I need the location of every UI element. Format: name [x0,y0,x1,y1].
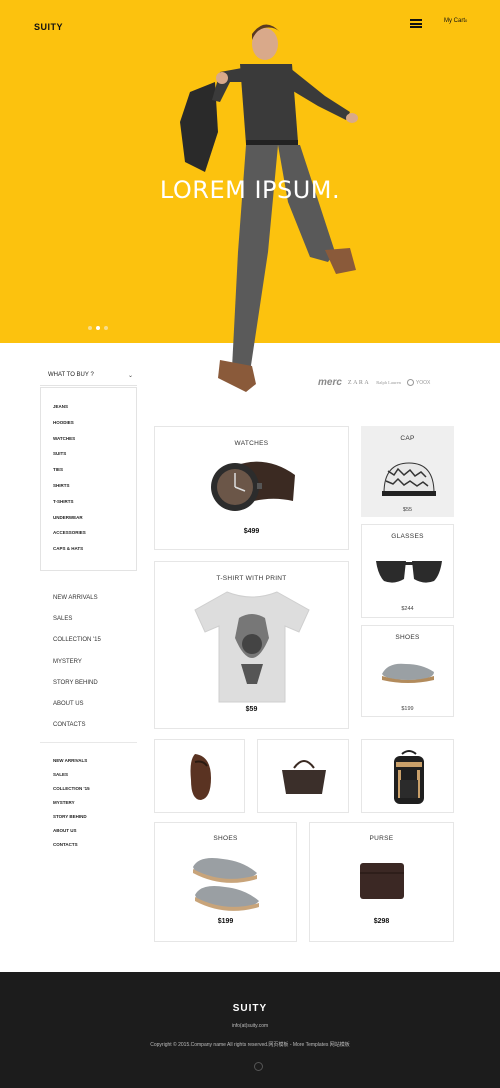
scroll-top-icon[interactable] [254,1062,263,1071]
brand-ralph-lauren[interactable]: Ralph Lauren [376,380,401,385]
product-card-tshirt[interactable]: T-SHIRT WITH PRINT $59 [154,561,349,729]
cap-image [382,462,436,496]
sidebar-nav-main: NEW ARRIVALS SALES COLLECTION '15 MYSTER… [53,595,101,743]
nav2-item-new-arrivals[interactable]: NEW ARRIVALS [53,758,90,772]
leather-bag-image [282,760,326,794]
product-title: GLASSES [391,533,424,540]
product-price: $59 [245,706,258,713]
product-card-loafer[interactable] [154,739,245,813]
brand-yoox[interactable]: YOOX [406,379,430,386]
product-price: $55 [402,507,413,513]
nav2-item-contacts[interactable]: CONTACTS [53,842,90,856]
nav-item-new-arrivals[interactable]: NEW ARRIVALS [53,595,101,616]
nav2-item-about-us[interactable]: ABOUT US [53,828,90,842]
category-item[interactable]: SHIRTS [53,483,86,499]
backpack-image [394,750,424,804]
product-price: $499 [243,528,260,535]
footer-logo[interactable]: SUITY [0,1003,500,1014]
purse-image [360,863,404,899]
hero-title: LOREM IPSUM. [159,176,341,204]
footer-copyright: Copyright © 2015.Company name All rights… [150,1042,350,1048]
category-item[interactable]: UNDERWEAR [53,515,86,531]
cart-link[interactable]: My Cart0 [444,18,467,24]
product-card-bag[interactable] [257,739,349,813]
site-logo[interactable]: SUITY [34,22,63,32]
nav-item-collection[interactable]: COLLECTION '15 [53,637,101,658]
what-to-buy-dropdown[interactable]: WHAT TO BUY ? [48,372,94,378]
shoes-image [193,858,259,911]
slider-dot[interactable] [104,326,108,330]
nav2-item-mystery[interactable]: MYSTERY [53,800,90,814]
product-card-glasses[interactable]: GLASSES $244 [361,524,454,618]
divider [40,385,137,386]
footer-email[interactable]: info(at)suity.com [0,1023,500,1029]
category-item[interactable]: ACCESSORIES [53,530,86,546]
cart-label: My Cart [444,18,465,24]
product-title: CAP [400,435,415,442]
sidebar-nav-secondary: NEW ARRIVALS SALES COLLECTION '15 MYSTER… [53,758,90,856]
product-title: T-SHIRT WITH PRINT [216,575,287,582]
watch-image [211,461,295,511]
tshirt-image [194,591,310,703]
slider-dot[interactable] [88,326,92,330]
product-card-backpack[interactable] [361,739,454,813]
slider-dots [88,326,108,330]
nav-item-contacts[interactable]: CONTACTS [53,722,101,743]
nav-item-story-behind[interactable]: STORY BEHIND [53,680,101,701]
nav2-item-collection[interactable]: COLLECTION '15 [53,786,90,800]
product-title: SHOES [213,835,238,842]
nav2-item-story-behind[interactable]: STORY BEHIND [53,814,90,828]
hero-model-image [180,24,358,392]
category-item[interactable]: JEANS [53,404,86,420]
category-list: JEANS HOODIES WATCHES SUITS TIES SHIRTS … [53,404,86,562]
nav-item-mystery[interactable]: MYSTERY [53,659,101,680]
category-item[interactable]: TIES [53,467,86,483]
nav2-item-sales[interactable]: SALES [53,772,90,786]
product-card-watches[interactable]: WATCHES $499 [154,426,349,550]
product-price: $199 [217,918,234,925]
product-price: $199 [401,706,414,712]
loafer-image [190,754,211,800]
hamburger-menu-icon[interactable] [410,19,422,28]
product-title: PURSE [369,835,394,842]
product-card-shoes-small[interactable]: SHOES $199 [361,625,454,717]
product-title: SHOES [395,634,420,641]
nav-item-about-us[interactable]: ABOUT US [53,701,101,722]
category-item[interactable]: CAPS & HATS [53,546,86,562]
category-item[interactable]: WATCHES [53,436,86,452]
category-item[interactable]: HOODIES [53,420,86,436]
product-title: WATCHES [234,440,269,447]
sunglasses-image [376,561,442,583]
footer [0,972,500,1088]
yoox-emblem-icon [406,379,414,386]
chevron-down-icon[interactable]: ⌄ [128,372,133,379]
product-card-purse[interactable]: PURSE $298 [309,822,454,942]
shoe-image [382,663,434,683]
nav-item-sales[interactable]: SALES [53,616,101,637]
category-item[interactable]: SUITS [53,451,86,467]
cart-count: 0 [465,18,468,23]
product-card-shoes[interactable]: SHOES $199 [154,822,297,942]
slider-dot-active[interactable] [96,326,100,330]
category-item[interactable]: T-SHIRTS [53,499,86,515]
product-price: $244 [401,606,414,612]
divider [40,742,137,743]
product-price: $298 [373,918,390,925]
product-card-cap[interactable]: CAP $55 [361,426,454,517]
